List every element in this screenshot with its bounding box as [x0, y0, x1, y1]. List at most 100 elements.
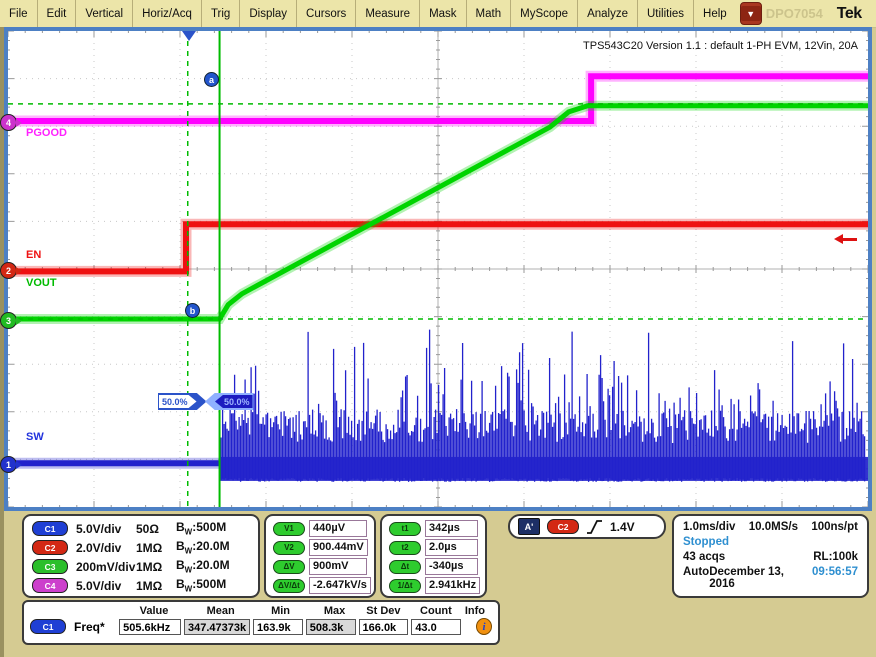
measurement-count: 43.0 [411, 619, 461, 635]
voltage-cursor-panel: V1 440µV V2 900.44mV ΔV 900mV ΔV/Δt -2.6… [264, 514, 376, 598]
measurement-row-freq: C1 Freq* 505.6kHz 347.47373k 163.9k 508.… [24, 617, 498, 635]
cursor-b-tag[interactable]: b [185, 303, 200, 318]
menu-mask[interactable]: Mask [420, 0, 466, 27]
measurement-max: 508.3k [306, 619, 356, 635]
cursor-v1-value: 440µV [309, 520, 367, 537]
cursor-dvdt-row: ΔV/Δt -2.647kV/s [268, 576, 372, 595]
menu-vertical[interactable]: Vertical [76, 0, 133, 27]
menu-trig[interactable]: Trig [202, 0, 240, 27]
c4-impedance: 1MΩ [136, 579, 176, 593]
cursor-dvdt-value: -2.647kV/s [309, 577, 371, 594]
c3-impedance: 1MΩ [136, 560, 176, 574]
c2-scale: 2.0V/div [76, 541, 136, 555]
rising-edge-icon [586, 519, 603, 535]
channel-2-number: 2 [6, 266, 11, 276]
force-trigger-button[interactable]: ▼ [740, 2, 762, 25]
header-value: Value [112, 605, 178, 617]
menu-display[interactable]: Display [240, 0, 297, 27]
trace-label-vout: VOUT [26, 277, 57, 289]
channel-row-c4: C4 5.0V/div 1MΩ BW:500M [24, 576, 258, 595]
cursor-dt-badge: Δt [389, 560, 421, 574]
measurement-stdev: 166.0k [359, 619, 409, 635]
cursor-dv-row: ΔV 900mV [268, 557, 372, 576]
trigger-position-marker[interactable] [182, 31, 196, 41]
channel-row-c3: C3 200mV/div 1MΩ BW:20.0M [24, 557, 258, 576]
header-mean: Mean [178, 605, 244, 617]
cursor-invdt-badge: 1/Δt [389, 579, 421, 593]
cursor-t1-value: 342µs [425, 520, 478, 537]
channel-2-ground-marker[interactable]: 2 [0, 262, 17, 279]
c1-scale: 5.0V/div [76, 522, 136, 536]
measurement-mean: 347.47373k [184, 619, 250, 635]
menu-measure[interactable]: Measure [356, 0, 420, 27]
measurement-header-row: Value Mean Min Max St Dev Count Info [24, 602, 498, 617]
channel-c3-badge[interactable]: C3 [32, 559, 68, 574]
channel-3-ground-marker[interactable]: 3 [0, 312, 17, 329]
menu-file[interactable]: File [0, 0, 38, 27]
info-icon[interactable]: i [476, 618, 492, 635]
channel-c1-badge[interactable]: C1 [32, 521, 68, 536]
channel-4-number: 4 [6, 118, 11, 128]
timebase-line1: 1.0ms/div 10.0MS/s 100ns/pt [683, 521, 858, 533]
time-label: 09:56:57 [812, 566, 858, 590]
trigger-position-flag-right[interactable]: 50.0% [205, 393, 254, 410]
menu-myscope[interactable]: MyScope [511, 0, 578, 27]
channel-3-number: 3 [6, 316, 11, 326]
menu-cursors[interactable]: Cursors [297, 0, 356, 27]
acq-state-line: Stopped [683, 536, 858, 548]
cursor-v1-row: V1 440µV [268, 519, 372, 538]
screen-annotation: TPS543C20 Version 1.1 : default 1-PH EVM… [583, 40, 858, 52]
measurement-source-badge[interactable]: C1 [30, 619, 66, 634]
channel-row-c2: C2 2.0V/div 1MΩ BW:20.0M [24, 538, 258, 557]
channel-1-ground-marker[interactable]: 1 [0, 456, 17, 473]
menu-utilities[interactable]: Utilities [638, 0, 694, 27]
waveform-area[interactable]: TPS543C20 Version 1.1 : default 1-PH EVM… [8, 31, 868, 507]
cursor-dt-row: Δt -340µs [384, 557, 483, 576]
channel-c4-badge[interactable]: C4 [32, 578, 68, 593]
time-cursor-panel: t1 342µs t2 2.0µs Δt -340µs 1/Δt 2.941kH… [380, 514, 487, 598]
channel-4-ground-marker[interactable]: 4 [0, 114, 17, 131]
trigger-mode: Auto [683, 566, 709, 590]
trace-label-sw: SW [26, 431, 44, 443]
trigger-level-value: 1.4V [610, 520, 635, 534]
acquisition-count: 43 acqs [683, 551, 725, 563]
scope-model-label: DPO7054 [766, 6, 823, 21]
measurement-name: Freq* [74, 620, 105, 634]
menu-horiz-acq[interactable]: Horiz/Acq [133, 0, 202, 27]
header-min: Min [245, 605, 300, 617]
c1-impedance: 50Ω [136, 522, 176, 536]
menu-analyze[interactable]: Analyze [578, 0, 638, 27]
waveform-canvas[interactable] [8, 31, 868, 507]
trace-label-en: EN [26, 249, 41, 261]
trigger-position-flag-right-label: 50.0% [215, 395, 253, 408]
menu-bar: File Edit Vertical Horiz/Acq Trig Displa… [0, 0, 876, 28]
menu-help[interactable]: Help [694, 0, 736, 27]
trigger-level-marker[interactable] [834, 234, 857, 244]
cursor-v2-value: 900.44mV [309, 539, 368, 556]
c2-bandwidth: BW:20.0M [176, 539, 250, 555]
date-label: December 13, 2016 [709, 566, 812, 590]
c4-scale: 5.0V/div [76, 579, 136, 593]
cursor-dt-value: -340µs [425, 558, 478, 575]
trigger-arrow-icon: ▼ [741, 6, 761, 21]
cursor-invdt-row: 1/Δt 2.941kHz [384, 576, 483, 595]
cursor-v2-badge: V2 [273, 541, 305, 555]
trigger-bus-badge: A' [518, 518, 540, 535]
header-count: Count [407, 605, 458, 617]
timebase-scale: 1.0ms/div [683, 521, 735, 533]
c2-impedance: 1MΩ [136, 541, 176, 555]
header-max: Max [300, 605, 355, 617]
menu-math[interactable]: Math [467, 0, 512, 27]
cursor-t2-row: t2 2.0µs [384, 538, 483, 557]
c3-bandwidth: BW:20.0M [176, 558, 250, 574]
menu-edit[interactable]: Edit [38, 0, 77, 27]
cursor-t2-value: 2.0µs [425, 539, 478, 556]
channel-c2-badge[interactable]: C2 [32, 540, 68, 555]
record-length: RL:100k [813, 551, 858, 563]
trigger-position-flag-left[interactable]: 50.0% [158, 393, 207, 410]
measurement-panel: Value Mean Min Max St Dev Count Info C1 … [22, 600, 500, 645]
cursor-a-tag[interactable]: a [204, 72, 219, 87]
sample-rate: 10.0MS/s [749, 521, 798, 533]
measurement-value: 505.6kHz [119, 619, 181, 635]
trigger-source-badge[interactable]: C2 [547, 519, 579, 534]
